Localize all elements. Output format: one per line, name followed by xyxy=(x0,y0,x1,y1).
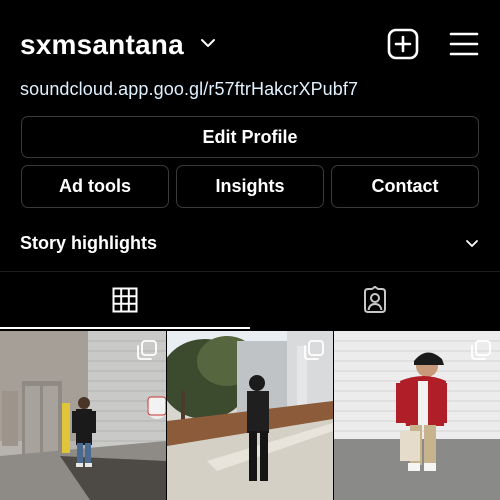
multi-photo-icon xyxy=(471,340,491,360)
multi-photo-icon xyxy=(137,340,157,360)
post-thumbnail[interactable] xyxy=(167,331,333,500)
tab-posts-grid[interactable] xyxy=(0,272,250,328)
profile-header: sxmsantana xyxy=(0,0,500,80)
post-thumbnail[interactable] xyxy=(0,331,166,500)
chevron-down-icon[interactable] xyxy=(200,36,216,50)
bio-link[interactable]: soundcloud.app.goo.gl/r57ftrHakcrXPubf7 xyxy=(20,79,358,100)
tagged-icon xyxy=(364,286,386,313)
tab-tagged[interactable] xyxy=(250,272,500,328)
multi-photo-icon xyxy=(304,340,324,360)
insights-button[interactable]: Insights xyxy=(176,165,324,208)
post-thumbnail[interactable] xyxy=(334,331,500,500)
ad-tools-button[interactable]: Ad tools xyxy=(21,165,169,208)
create-post-icon[interactable] xyxy=(387,28,419,60)
menu-icon[interactable] xyxy=(449,31,479,57)
username-switcher[interactable]: sxmsantana xyxy=(20,29,184,61)
edit-profile-button[interactable]: Edit Profile xyxy=(21,116,479,158)
active-tab-indicator xyxy=(0,327,250,329)
grid-icon xyxy=(112,287,138,313)
chevron-down-icon[interactable] xyxy=(465,238,479,250)
contact-button[interactable]: Contact xyxy=(331,165,479,208)
story-highlights-label[interactable]: Story highlights xyxy=(20,233,157,254)
